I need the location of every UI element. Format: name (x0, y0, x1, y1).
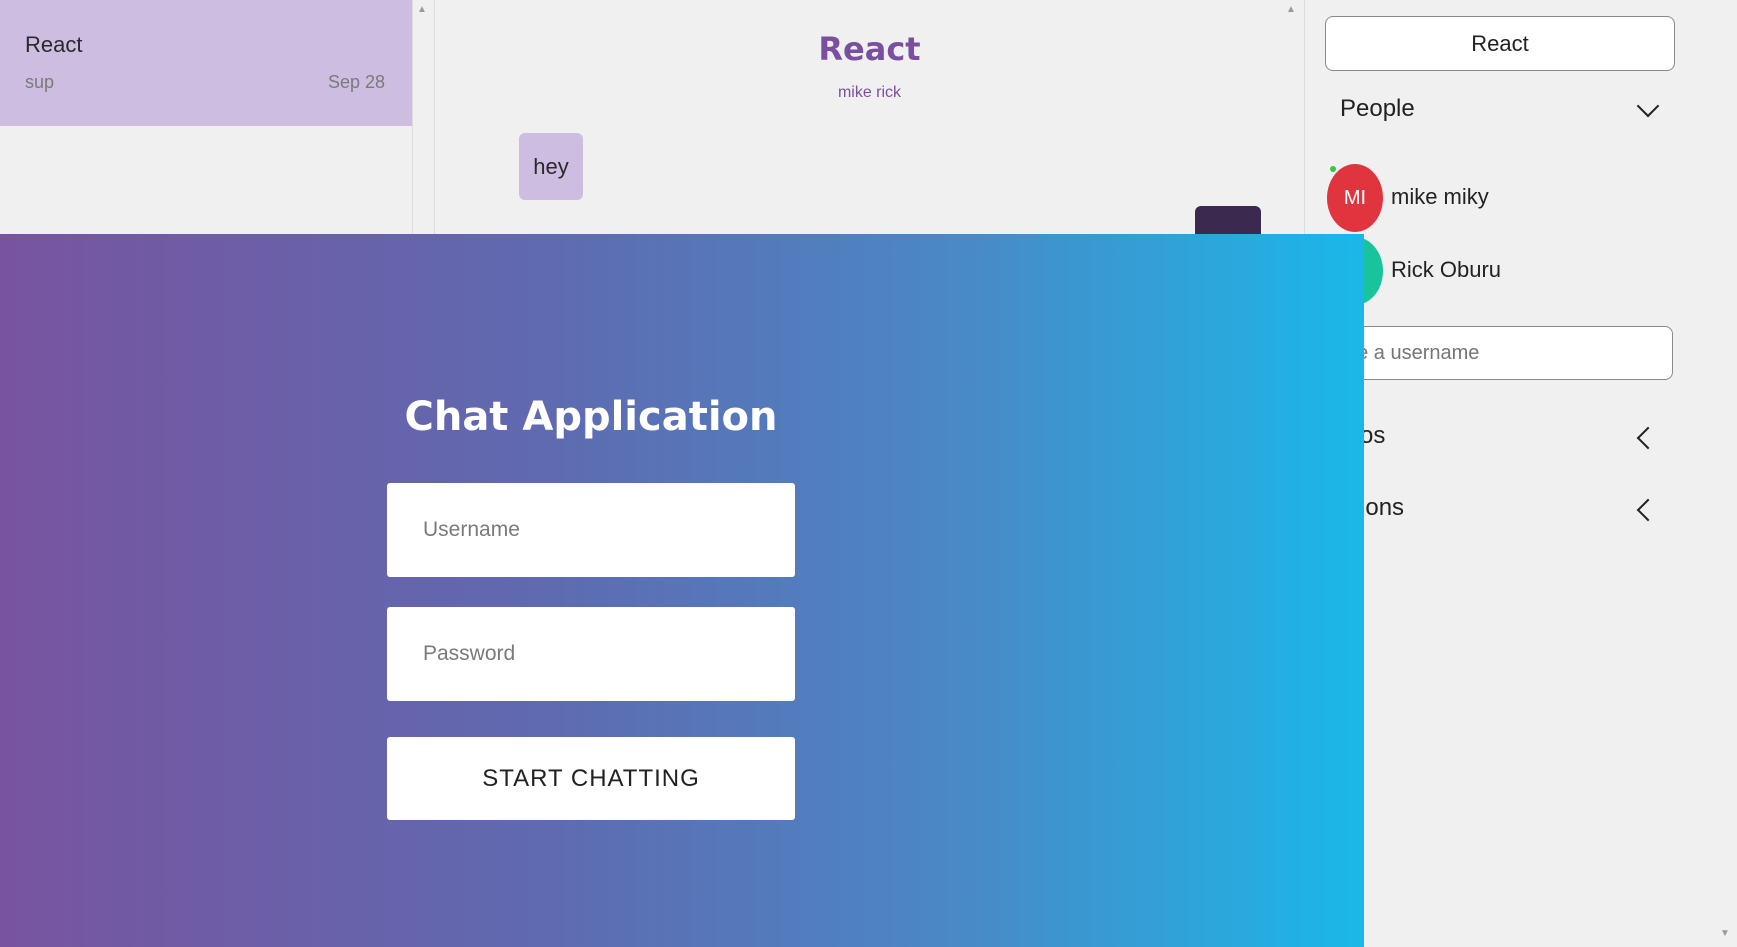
chevron-left-icon[interactable] (1636, 498, 1660, 522)
username-search-input[interactable] (1325, 326, 1673, 380)
chevron-down-icon[interactable] (1636, 94, 1660, 118)
message-bubble: hey (519, 133, 583, 200)
scroll-up-arrow-icon[interactable]: ▲ (417, 4, 427, 15)
scroll-up-arrow-icon[interactable]: ▲ (1286, 4, 1296, 15)
chat-settings-panel: React People MI mike miky Rick Oburu oto… (1305, 0, 1737, 947)
chat-feed-subtitle: mike rick (837, 84, 902, 101)
chevron-left-icon[interactable] (1636, 426, 1660, 450)
person-name: mike miky (1391, 184, 1489, 209)
username-input[interactable] (387, 483, 795, 577)
online-status-dot (1330, 166, 1336, 172)
login-title: Chat Application (404, 394, 778, 440)
login-overlay: Chat Application START CHATTING (0, 234, 1364, 947)
chat-card-title: React (25, 32, 83, 57)
chat-card-date: Sep 28 (327, 72, 385, 92)
chat-feed-title: React (818, 30, 921, 68)
start-chatting-button[interactable]: START CHATTING (387, 737, 795, 820)
password-input[interactable] (387, 607, 795, 701)
scroll-down-arrow-icon[interactable]: ▼ (1720, 928, 1730, 939)
avatar: MI (1327, 164, 1383, 232)
chat-card[interactable]: React sup Sep 28 (0, 0, 412, 126)
chat-name-button[interactable]: React (1325, 16, 1675, 71)
person-name: Rick Oburu (1391, 257, 1502, 282)
people-section-header[interactable]: People (1340, 95, 1415, 123)
chat-card-preview: sup (25, 72, 55, 92)
